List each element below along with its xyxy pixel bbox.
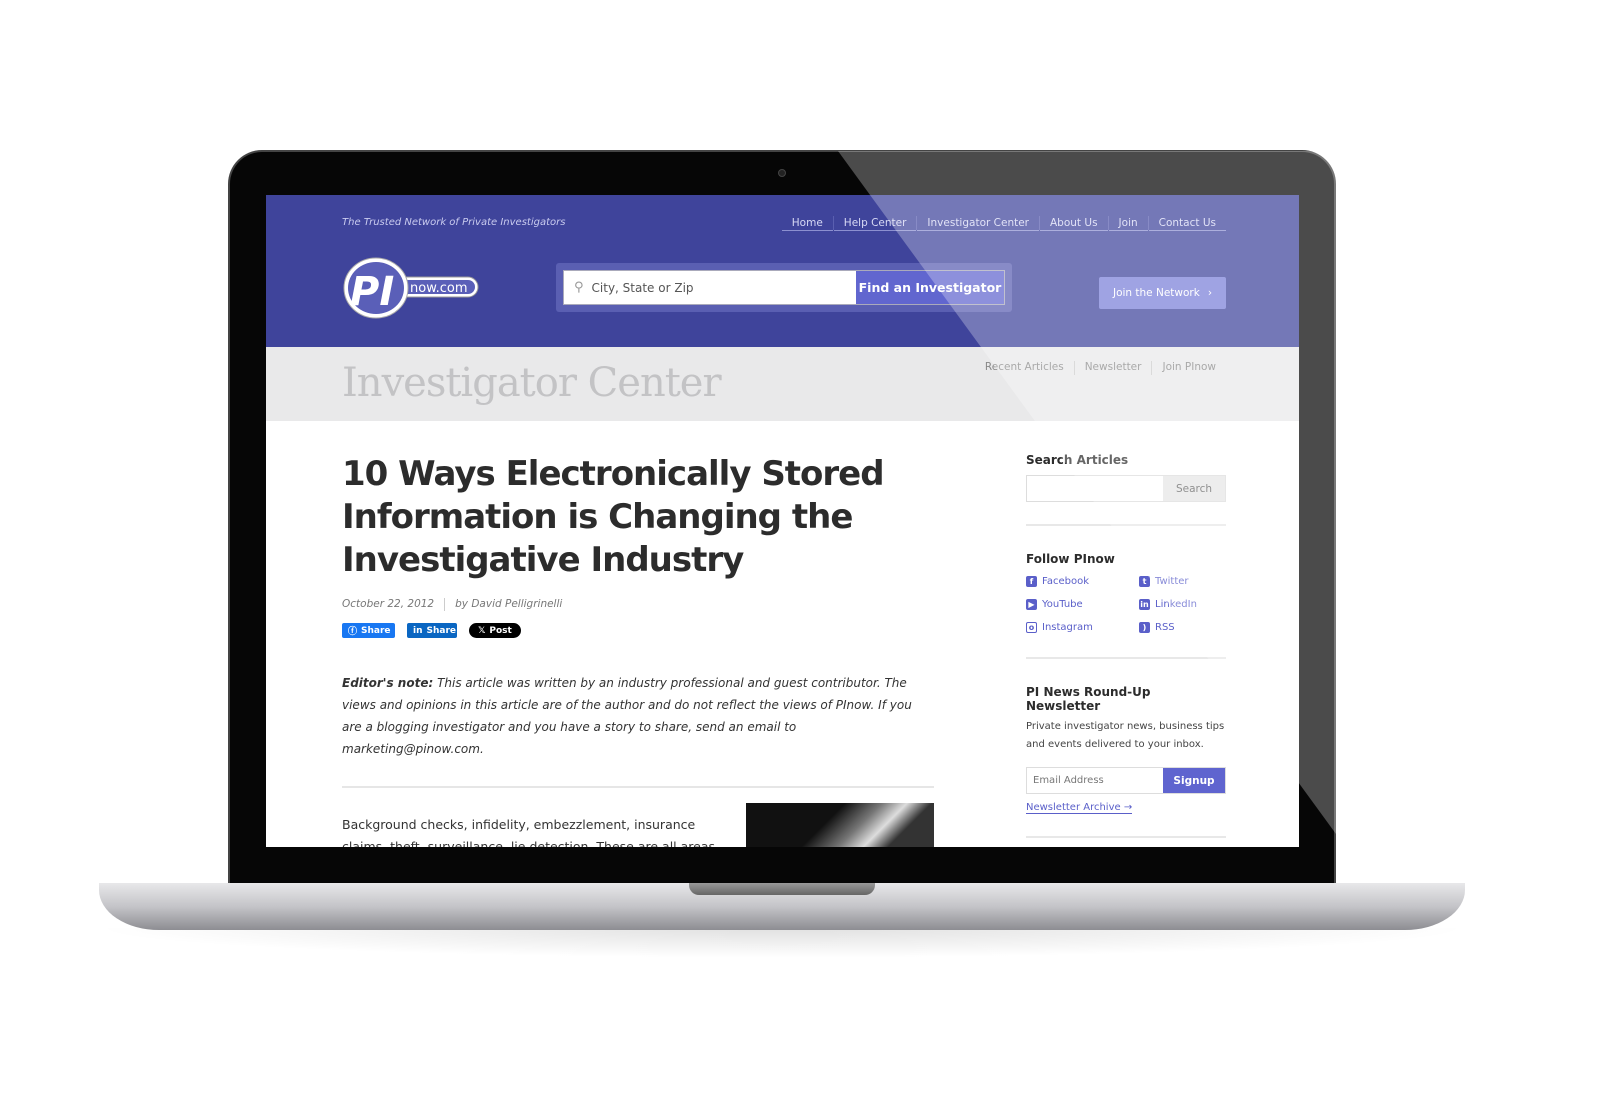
article-search-input[interactable] [1027,476,1163,501]
share-buttons: ⓕ Share in Share 𝕏 Post [342,623,934,638]
article-search: Search [1026,475,1226,502]
article-body: Background checks, infidelity, embezzlem… [342,817,715,847]
nav-contact-us[interactable]: Contact Us [1148,216,1226,231]
location-input[interactable]: ⚲ City, State or Zip [564,271,856,304]
linkedin-share-button[interactable]: in Share [407,623,457,638]
social-facebook[interactable]: f Facebook [1026,573,1139,589]
rss-icon: ) [1139,621,1150,633]
top-nav: Home Help Center Investigator Center Abo… [781,216,1226,231]
search-articles-title: Search Articles [1026,453,1129,467]
section-title: Investigator Center [342,360,722,406]
article-meta: October 22, 2012 by David Pelligrinelli [342,598,934,611]
keyboard-photo [746,803,934,847]
site-header: The Trusted Network of Private Investiga… [266,195,1299,347]
instagram-icon: o [1026,621,1037,633]
section-bar: Investigator Center Recent Articles News… [266,347,1299,421]
subnav-recent-articles[interactable]: Recent Articles [975,361,1074,375]
social-instagram[interactable]: o Instagram [1026,619,1139,635]
article-title: 10 Ways Electronically Stored Informatio… [342,454,885,580]
subnav-join-pinow[interactable]: Join PInow [1152,361,1226,375]
investigator-search: ⚲ City, State or Zip Find an Investigato… [556,263,1012,312]
svg-text:PI: PI [350,269,394,315]
follow-title: Follow PInow [1026,552,1115,566]
newsletter-title: PI News Round-Up Newsletter [1026,685,1151,713]
editors-note: Editor's note: This article was written … [342,676,912,756]
svg-text:now.com: now.com [410,281,468,296]
social-twitter[interactable]: t Twitter [1139,573,1226,589]
facebook-icon: ⓕ [348,627,358,637]
sidebar: Search Articles Search Follow PInow f Fac… [1026,453,1226,847]
nav-help-center[interactable]: Help Center [833,216,917,231]
x-post-button[interactable]: 𝕏 Post [469,623,521,638]
twitter-icon: t [1139,575,1150,587]
nav-about-us[interactable]: About Us [1040,216,1108,231]
x-icon: 𝕏 [478,625,486,636]
nav-investigator-center[interactable]: Investigator Center [917,216,1039,231]
article-author: by David Pelligrinelli [455,598,563,610]
subnav-newsletter[interactable]: Newsletter [1075,361,1152,375]
social-rss[interactable]: ) RSS [1139,619,1226,635]
section-nav: Recent Articles Newsletter Join PInow [975,361,1226,375]
social-youtube[interactable]: ▶ YouTube [1026,596,1139,612]
nav-home[interactable]: Home [781,216,833,231]
email-input[interactable]: Email Address [1027,768,1163,793]
facebook-icon: f [1026,575,1037,587]
youtube-icon: ▶ [1026,598,1037,610]
article: 10 Ways Electronically Stored Informatio… [342,453,934,847]
article-date: October 22, 2012 [342,598,435,610]
browser-screen: The Trusted Network of Private Investiga… [266,195,1299,847]
facebook-share-button[interactable]: ⓕ Share [342,623,395,638]
laptop-notch [689,883,875,895]
search-icon: ⚲ [574,280,584,295]
tagline: The Trusted Network of Private Investiga… [342,217,566,228]
signup-button[interactable]: Signup [1163,768,1225,793]
linkedin-icon: in [413,625,423,636]
linkedin-icon: in [1139,598,1150,610]
divider [342,786,934,788]
find-investigator-button[interactable]: Find an Investigator [856,271,1004,304]
newsletter-form: Email Address Signup [1026,767,1226,794]
join-network-button[interactable]: Join the Network › [1099,277,1226,309]
laptop-shadow [90,928,1474,958]
newsletter-description: Private investigator news, business tips… [1026,721,1225,750]
pinow-logo[interactable]: now.com PI [342,255,482,321]
social-linkedin[interactable]: in LinkedIn [1139,596,1226,612]
newsletter-archive-link[interactable]: Newsletter Archive → [1026,802,1133,814]
article-search-button[interactable]: Search [1163,476,1225,501]
camera-icon [778,169,786,177]
social-links: f Facebook t Twitter ▶ YouTube in LinkedIn o… [1026,573,1226,635]
chevron-right-icon: › [1207,287,1213,299]
nav-join[interactable]: Join [1108,216,1148,231]
